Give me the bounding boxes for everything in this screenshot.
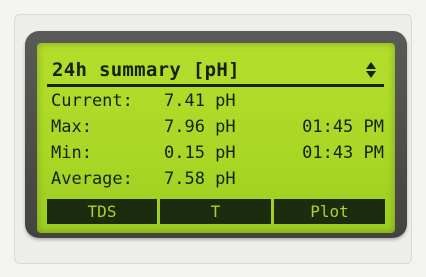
reading-label: Max: [51,117,92,137]
reading-row-average: Average: 7.58 pH [37,167,395,191]
reading-value: 7.96 pH [164,117,236,137]
softkey-bar: TDS T Plot [47,199,385,224]
title-divider [47,84,384,87]
softkey-temperature[interactable]: T [160,199,271,224]
reading-row-min: Min: 0.15 pH 01:43 PM [37,141,395,165]
reading-row-max: Max: 7.96 pH 01:45 PM [37,115,395,139]
reading-value: 7.58 pH [164,169,236,189]
reading-label: Min: [51,143,92,163]
reading-value: 0.15 pH [164,143,236,163]
reading-time: 01:45 PM [302,117,384,137]
softkey-plot[interactable]: Plot [274,199,385,224]
screen-title: 24h summary [pH] [52,59,240,81]
reading-label: Average: [51,169,133,189]
reading-label: Current: [51,91,133,111]
reading-row-current: Current: 7.41 pH [37,89,395,113]
reading-value: 7.41 pH [164,91,236,111]
up-down-arrows-icon[interactable] [365,60,377,80]
softkey-tds[interactable]: TDS [47,199,157,224]
lcd-screen: 24h summary [pH] Current: 7.41 pH Max: 7… [37,43,395,233]
reading-time: 01:43 PM [302,143,384,163]
